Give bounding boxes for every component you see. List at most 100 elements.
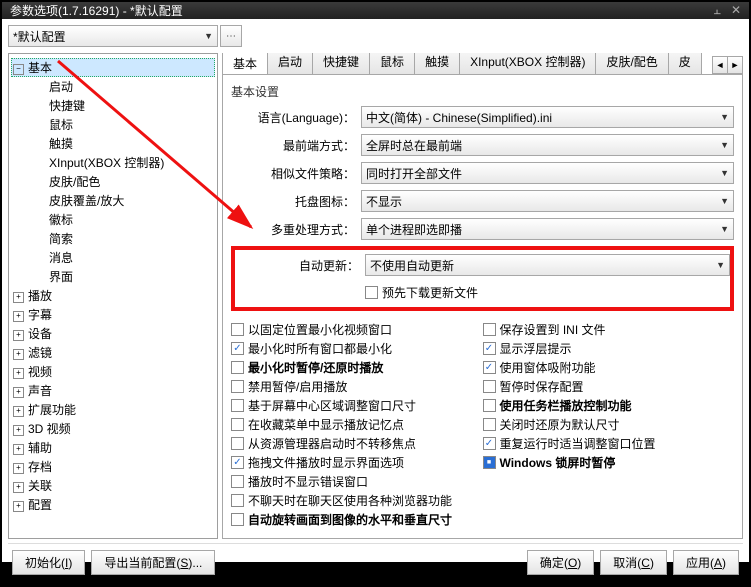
checkbox-icon	[483, 418, 496, 431]
tab[interactable]: 启动	[267, 53, 313, 74]
tab[interactable]: 快捷键	[312, 53, 370, 74]
export-button[interactable]: 导出当前配置(S)...	[91, 550, 215, 575]
option-checkbox[interactable]: 播放时不显示错误窗口	[231, 473, 483, 490]
tree-item[interactable]: 关联	[11, 476, 215, 495]
checkbox-icon	[231, 342, 244, 355]
tree-item[interactable]: 播放	[11, 286, 215, 305]
tab-scroll-right[interactable]: ►	[727, 56, 743, 74]
tree-item[interactable]: 滤镜	[11, 343, 215, 362]
tree-item[interactable]: 皮肤覆盖/放大	[29, 191, 215, 210]
chevron-down-icon: ▼	[720, 168, 729, 178]
checkbox-icon	[231, 437, 244, 450]
option-checkbox[interactable]: Windows 锁屏时暂停	[483, 454, 735, 471]
tab[interactable]: 皮	[668, 53, 702, 74]
tree-item[interactable]: 配置	[11, 495, 215, 514]
tray-label: 托盘图标：	[231, 193, 355, 210]
titlebar: 参数选项(1.7.16291) - *默认配置 ⫠ ✕	[2, 2, 749, 19]
option-checkbox[interactable]: 在收藏菜单中显示播放记忆点	[231, 416, 483, 433]
option-checkbox[interactable]: 暂停时保存配置	[483, 378, 735, 395]
tree-item[interactable]: 界面	[29, 267, 215, 286]
checkbox-icon	[231, 380, 244, 393]
tree-item[interactable]: 视频	[11, 362, 215, 381]
tree-item[interactable]: 触摸	[29, 134, 215, 153]
option-checkbox[interactable]: 重复运行时适当调整窗口位置	[483, 435, 735, 452]
tree-item[interactable]: 3D 视频	[11, 419, 215, 438]
tree-item[interactable]: XInput(XBOX 控制器)	[29, 153, 215, 172]
checkbox-icon	[483, 342, 496, 355]
pin-icon[interactable]: ⫠	[714, 3, 721, 18]
checkbox-icon	[483, 361, 496, 374]
option-checkbox[interactable]: 使用任务栏播放控制功能	[483, 397, 735, 414]
option-checkbox[interactable]: 基于屏幕中心区域调整窗口尺寸	[231, 397, 483, 414]
tree-item-basic[interactable]: 基本	[11, 58, 215, 77]
option-checkbox[interactable]: 不聊天时在聊天区使用各种浏览器功能	[231, 492, 483, 509]
tree-item[interactable]: 声音	[11, 381, 215, 400]
tree-item[interactable]: 消息	[29, 248, 215, 267]
similar-combo[interactable]: 同时打开全部文件▼	[361, 162, 734, 184]
checkbox-icon	[231, 456, 244, 469]
config-combo[interactable]: *默认配置 ▼	[8, 25, 218, 47]
settings-panel: 基本设置 语言(Language)： 中文(简体) - Chinese(Simp…	[222, 75, 743, 539]
apply-button[interactable]: 应用(A)	[673, 550, 739, 575]
predownload-checkbox[interactable]: 预先下载更新文件	[365, 284, 478, 301]
checkbox-icon	[231, 418, 244, 431]
group-title: 基本设置	[231, 83, 734, 100]
option-checkbox[interactable]: 保存设置到 INI 文件	[483, 321, 735, 338]
autoupdate-combo[interactable]: 不使用自动更新▼	[365, 254, 730, 276]
chevron-down-icon: ▼	[720, 112, 729, 122]
tree-item[interactable]: 辅助	[11, 438, 215, 457]
tab[interactable]: 基本	[222, 53, 268, 75]
option-checkbox[interactable]: 以固定位置最小化视频窗口	[231, 321, 483, 338]
tab[interactable]: XInput(XBOX 控制器)	[459, 53, 596, 74]
tree-item[interactable]: 扩展功能	[11, 400, 215, 419]
checkbox-icon	[365, 286, 378, 299]
tree-item[interactable]: 皮肤/配色	[29, 172, 215, 191]
chevron-down-icon: ▼	[720, 196, 729, 206]
tree-item[interactable]: 启动	[29, 77, 215, 96]
ok-button[interactable]: 确定(O)	[527, 550, 594, 575]
checkbox-icon	[231, 513, 244, 526]
tree-item[interactable]: 字幕	[11, 305, 215, 324]
tree-item[interactable]: 存档	[11, 457, 215, 476]
option-checkbox[interactable]: 关闭时还原为默认尺寸	[483, 416, 735, 433]
tree-item[interactable]: 鼠标	[29, 115, 215, 134]
close-icon[interactable]: ✕	[731, 3, 741, 18]
tab[interactable]: 皮肤/配色	[595, 53, 668, 74]
checkbox-icon	[231, 361, 244, 374]
highlight-box: 自动更新： 不使用自动更新▼ 预先下载更新文件	[231, 246, 734, 311]
option-checkbox[interactable]: 禁用暂停/启用播放	[231, 378, 483, 395]
tree-item[interactable]: 设备	[11, 324, 215, 343]
checkbox-icon	[483, 437, 496, 450]
option-checkbox[interactable]: 最小化时所有窗口都最小化	[231, 340, 483, 357]
checkbox-icon	[483, 380, 496, 393]
chevron-down-icon: ▼	[720, 140, 729, 150]
nav-tree[interactable]: 基本 启动快捷键鼠标触摸XInput(XBOX 控制器)皮肤/配色皮肤覆盖/放大…	[8, 53, 218, 539]
tab[interactable]: 鼠标	[369, 53, 415, 74]
tree-item[interactable]: 徽标	[29, 210, 215, 229]
tree-item[interactable]: 快捷键	[29, 96, 215, 115]
multi-combo[interactable]: 单个进程即选即播▼	[361, 218, 734, 240]
init-button[interactable]: 初始化(I)	[12, 550, 85, 575]
chevron-down-icon: ▼	[716, 260, 725, 270]
autoupdate-label: 自动更新：	[235, 257, 359, 274]
checkbox-icon	[483, 456, 496, 469]
window-title: 参数选项(1.7.16291) - *默认配置	[10, 2, 183, 19]
option-checkbox[interactable]: 自动旋转画面到图像的水平和垂直尺寸	[231, 511, 483, 528]
cancel-button[interactable]: 取消(C)	[600, 550, 667, 575]
foreground-combo[interactable]: 全屏时总在最前端▼	[361, 134, 734, 156]
option-checkbox[interactable]: 从资源管理器启动时不转移焦点	[231, 435, 483, 452]
tab-scroll-left[interactable]: ◄	[712, 56, 728, 74]
option-checkbox[interactable]: 显示浮层提示	[483, 340, 735, 357]
config-combo-value: *默认配置	[13, 28, 66, 45]
option-checkbox[interactable]: 最小化时暂停/还原时播放	[231, 359, 483, 376]
tab[interactable]: 触摸	[414, 53, 460, 74]
tray-combo[interactable]: 不显示▼	[361, 190, 734, 212]
option-checkbox[interactable]: 拖拽文件播放时显示界面选项	[231, 454, 483, 471]
checkbox-icon	[231, 475, 244, 488]
tree-item[interactable]: 简索	[29, 229, 215, 248]
config-menu-button[interactable]: ⋯	[220, 25, 242, 47]
language-combo[interactable]: 中文(简体) - Chinese(Simplified).ini▼	[361, 106, 734, 128]
checkbox-icon	[231, 494, 244, 507]
option-checkbox[interactable]: 使用窗体吸附功能	[483, 359, 735, 376]
foreground-label: 最前端方式：	[231, 137, 355, 154]
